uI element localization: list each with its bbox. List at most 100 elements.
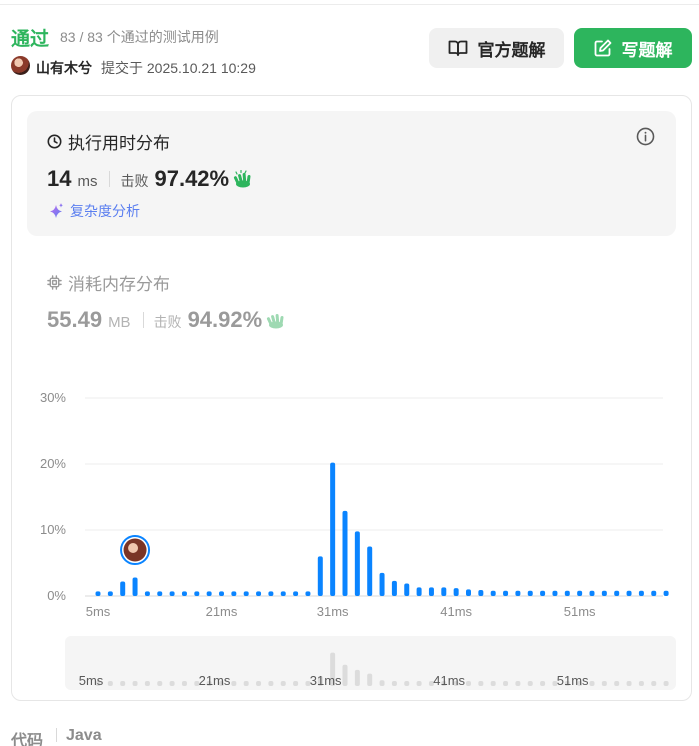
- code-divider: [56, 728, 57, 742]
- code-label: 代码: [11, 733, 44, 746]
- overview-bar: [527, 681, 533, 686]
- bar: [169, 591, 175, 596]
- bar: [428, 587, 434, 596]
- runtime-card[interactable]: 执行用时分布 14 ms 击败 97.42% 复杂度分析: [27, 111, 676, 236]
- memory-unit: MB: [108, 314, 131, 331]
- bar: [503, 590, 509, 596]
- chip-icon: [47, 275, 62, 290]
- official-solution-label: 官方题解: [477, 40, 546, 60]
- bar: [280, 591, 286, 596]
- write-solution-button[interactable]: 写题解: [574, 28, 692, 68]
- bar: [157, 591, 163, 596]
- overview-bar: [614, 681, 620, 686]
- bar: [219, 591, 224, 596]
- code-language[interactable]: Java: [66, 727, 102, 745]
- bar: [107, 591, 113, 596]
- overview-bar: [354, 669, 360, 686]
- bar: [453, 588, 459, 596]
- clapping-hands-icon: [234, 170, 251, 188]
- overview-bar: [181, 681, 187, 686]
- y-tick-label: 20%: [40, 456, 66, 471]
- bar: [342, 510, 348, 596]
- bar: [293, 591, 299, 596]
- runtime-unit: ms: [77, 173, 98, 190]
- bar: [206, 591, 212, 596]
- bar: [577, 590, 583, 596]
- overview-bar: [256, 681, 262, 686]
- complexity-analysis-link[interactable]: 复杂度分析: [47, 201, 140, 221]
- bar: [330, 462, 336, 596]
- x-tick-label: 31ms: [317, 604, 349, 619]
- bar: [194, 591, 200, 596]
- x-tick-label: 51ms: [564, 604, 596, 619]
- bar: [601, 590, 607, 596]
- info-icon[interactable]: [636, 127, 655, 146]
- memory-beat-percent: 94.92%: [187, 307, 263, 332]
- submission-status: 通过: [11, 29, 50, 50]
- bar: [132, 577, 138, 596]
- overview-bar: [144, 681, 150, 686]
- bar: [404, 583, 410, 596]
- bar: [95, 591, 101, 596]
- overview-bar: [243, 681, 249, 686]
- bar: [626, 590, 632, 596]
- runtime-distribution-chart[interactable]: 30% 20% 10% 0% 5ms 21ms 31ms 41ms 51ms 5ms 21ms 31m…: [0, 380, 699, 700]
- bar: [638, 590, 644, 596]
- overview-bar: [157, 681, 163, 686]
- overview-bar: [169, 681, 175, 686]
- bar: [379, 572, 385, 596]
- bar: [305, 591, 311, 596]
- memory-metric[interactable]: 55.49 MB 击败 94.92%: [47, 307, 286, 333]
- x-tick-label: 41ms: [440, 604, 472, 619]
- overview-bar: [391, 681, 397, 686]
- bar: [515, 590, 521, 596]
- metric-divider: [109, 171, 111, 187]
- y-tick-label: 0%: [47, 588, 66, 603]
- overview-tick-label: 21ms: [199, 673, 231, 688]
- overview-bar: [120, 681, 126, 686]
- bar: [466, 589, 471, 596]
- overview-bar: [626, 681, 632, 686]
- overview-tick-label: 41ms: [433, 673, 465, 688]
- bar: [391, 580, 397, 596]
- overview-bar: [268, 681, 274, 686]
- overview-bar: [589, 681, 595, 686]
- bar: [120, 581, 126, 596]
- overview-bar: [515, 681, 521, 686]
- top-divider: [0, 4, 699, 5]
- user-avatar-face: [128, 543, 139, 553]
- bar: [367, 546, 373, 596]
- overview-bar: [231, 681, 237, 686]
- bar: [144, 591, 150, 596]
- submitted-time: 提交于 2025.10.21 10:29: [101, 60, 256, 76]
- avatar[interactable]: [11, 56, 30, 75]
- overview-bar: [503, 681, 509, 686]
- official-solution-button[interactable]: 官方题解: [429, 28, 564, 68]
- bar: [490, 590, 496, 596]
- bar: [589, 590, 595, 596]
- overview-bar: [404, 681, 410, 686]
- bar: [651, 590, 657, 596]
- overview-tick-label: 31ms: [310, 673, 342, 688]
- bar: [416, 587, 422, 596]
- overview-bar: [132, 681, 138, 686]
- metric-divider: [142, 312, 144, 328]
- runtime-title: 执行用时分布: [47, 129, 170, 154]
- runtime-beat-label: 击败: [120, 173, 149, 189]
- clock-icon: [47, 134, 62, 149]
- y-tick-label: 10%: [40, 522, 66, 537]
- overview-bar: [293, 681, 299, 686]
- memory-title-text: 消耗内存分布: [68, 275, 170, 294]
- bar: [243, 591, 249, 596]
- username[interactable]: 山有木兮: [36, 58, 92, 78]
- runtime-beat-percent: 97.42%: [154, 166, 230, 191]
- write-solution-label: 写题解: [621, 40, 673, 60]
- overview-bar: [107, 681, 113, 686]
- runtime-title-text: 执行用时分布: [68, 134, 170, 153]
- overview-bar: [379, 680, 385, 686]
- runtime-metric: 14 ms 击败 97.42%: [47, 166, 253, 192]
- bar: [527, 590, 533, 596]
- bar: [564, 590, 570, 596]
- memory-title[interactable]: 消耗内存分布: [47, 270, 170, 295]
- bar: [441, 587, 447, 596]
